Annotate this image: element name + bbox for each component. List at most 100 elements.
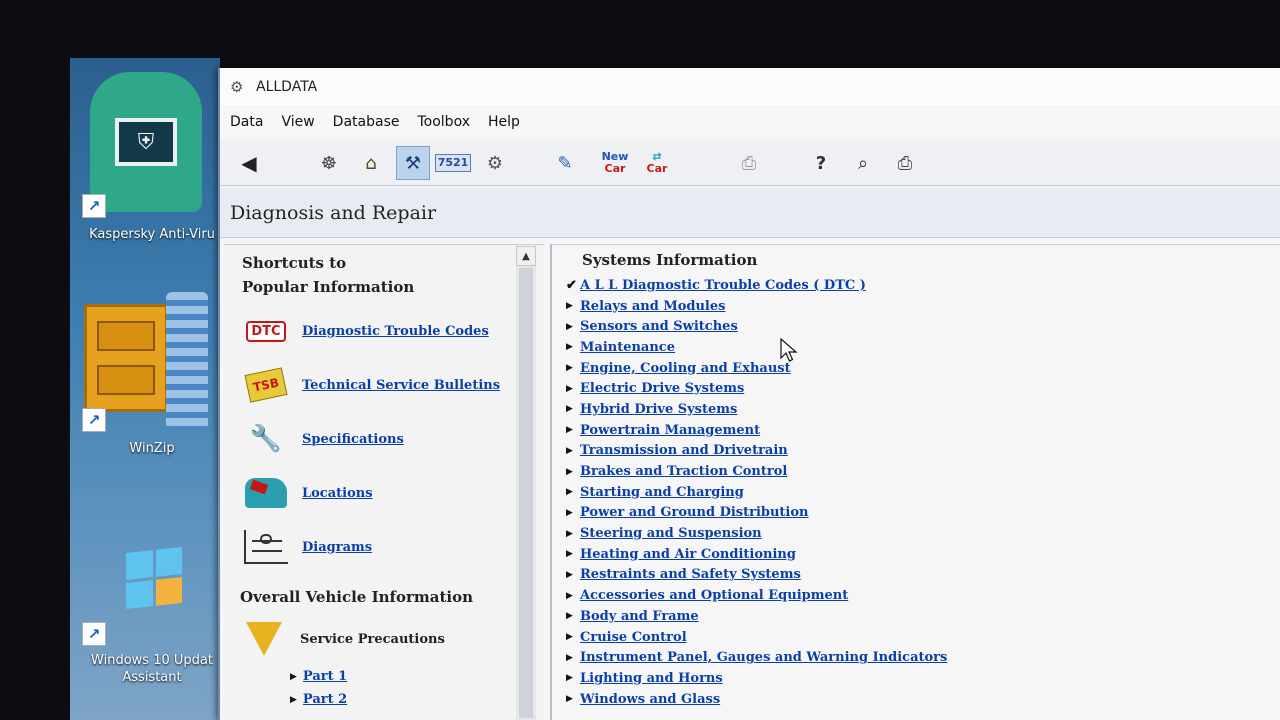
system-item[interactable]: ▶ Engine, Cooling and Exhaust [566, 358, 947, 379]
system-item-label[interactable]: Instrument Panel, Gauges and Warning Ind… [580, 650, 947, 665]
shortcut-label[interactable]: Specifications [302, 432, 404, 447]
system-item[interactable]: ▶ Hybrid Drive Systems [566, 399, 947, 420]
winzip-vise-icon [166, 292, 208, 430]
system-item[interactable]: ✔ A L L Diagnostic Trouble Codes ( DTC ) [566, 275, 947, 296]
system-item[interactable]: ▶ Maintenance [566, 337, 947, 358]
system-item[interactable]: ▶ Steering and Suspension [566, 523, 947, 544]
system-item[interactable]: ▶ Relays and Modules [566, 296, 947, 317]
system-item-label[interactable]: Engine, Cooling and Exhaust [580, 361, 791, 376]
service-precautions-label: Service Precautions [300, 631, 445, 647]
shortcut-arrow-icon: ↗ [82, 622, 106, 646]
shortcut-diagrams[interactable]: Diagrams [242, 525, 522, 569]
service-precautions[interactable]: Service Precautions [240, 617, 520, 661]
tools-icon: ⚒ [404, 152, 422, 174]
system-item-label[interactable]: Sensors and Switches [580, 319, 738, 334]
menu-help[interactable]: Help [488, 114, 520, 130]
menu-database[interactable]: Database [333, 114, 400, 130]
diagram-icon [242, 527, 290, 567]
change-car-button[interactable]: ⇄ Car [640, 146, 674, 180]
shortcut-label[interactable]: Diagrams [302, 540, 372, 555]
new-car-button[interactable]: New Car [598, 146, 632, 180]
menu-toolbox[interactable]: Toolbox [417, 114, 470, 130]
windows-logo-icon [126, 547, 182, 609]
estimator-button[interactable]: 7521 [434, 146, 472, 180]
left-panel-scrollbar[interactable]: ▲ [516, 246, 536, 720]
system-item[interactable]: ▶ Restraints and Safety Systems [566, 565, 947, 586]
fax-button[interactable]: ⎙ [888, 146, 922, 180]
system-item-label[interactable]: Powertrain Management [580, 423, 760, 438]
system-item-label[interactable]: Accessories and Optional Equipment [580, 588, 848, 603]
expand-triangle-icon: ▶ [566, 549, 573, 560]
system-item-label[interactable]: Steering and Suspension [580, 526, 762, 541]
shortcut-label[interactable]: Locations [302, 486, 373, 501]
print-button[interactable]: ⎙ [732, 146, 766, 180]
alldata-window: ⚙ ALLDATA Data View Database Toolbox Hel… [218, 68, 1280, 720]
system-item[interactable]: ▶ Instrument Panel, Gauges and Warning In… [566, 647, 947, 668]
system-item-label[interactable]: Maintenance [580, 340, 675, 355]
part-2-link[interactable]: ▶ Part 2 [290, 692, 347, 707]
system-item[interactable]: ▶ Transmission and Drivetrain [566, 441, 947, 462]
system-item[interactable]: ▶ Body and Frame [566, 606, 947, 627]
system-item-label[interactable]: Windows and Glass [580, 692, 720, 707]
system-item-label[interactable]: Starting and Charging [580, 485, 744, 500]
shortcut-technical-service-bulletins[interactable]: TSB Technical Service Bulletins [242, 363, 522, 407]
scroll-up-arrow-icon[interactable]: ▲ [516, 246, 536, 266]
scrollbar-thumb[interactable] [519, 268, 533, 718]
shortcut-locations[interactable]: Locations [242, 471, 522, 515]
windows-update-shortcut[interactable]: ↗ Windows 10 Updat Assistant [70, 538, 220, 698]
system-item[interactable]: ▶ Sensors and Switches [566, 316, 947, 337]
notes-button[interactable]: ✎ [548, 146, 582, 180]
search-button[interactable]: ⌕ [846, 146, 880, 180]
system-item[interactable]: ▶ Cruise Control [566, 627, 947, 648]
system-item[interactable]: ▶ Accessories and Optional Equipment [566, 585, 947, 606]
expand-triangle-icon: ▶ [566, 590, 573, 601]
expand-triangle-icon: ▶ [566, 507, 573, 518]
system-item-label[interactable]: Restraints and Safety Systems [580, 567, 801, 582]
shortcuts-panel: Shortcuts to Popular Information DTC Dia… [224, 244, 544, 720]
estimator-text-icon: 7521 [434, 154, 472, 172]
expand-triangle-icon: ▶ [566, 528, 573, 539]
settings-clock-button[interactable]: ⚙ [478, 146, 512, 180]
system-item-label[interactable]: Body and Frame [580, 609, 699, 624]
expand-triangle-icon: ▶ [566, 383, 573, 394]
system-item[interactable]: ▶ Power and Ground Distribution [566, 503, 947, 524]
system-item[interactable]: ▶ Heating and Air Conditioning [566, 544, 947, 565]
shortcut-label[interactable]: Diagnostic Trouble Codes [302, 324, 489, 339]
shortcut-label[interactable]: Technical Service Bulletins [302, 378, 500, 393]
system-item[interactable]: ▶ Starting and Charging [566, 482, 947, 503]
menu-data[interactable]: Data [230, 114, 263, 130]
title-bar[interactable]: ⚙ ALLDATA [220, 68, 1280, 106]
system-item-label[interactable]: Relays and Modules [580, 299, 725, 314]
vehicle-select-button[interactable]: ☸ [312, 146, 346, 180]
shortcut-diagnostic-trouble-codes[interactable]: DTC Diagnostic Trouble Codes [242, 309, 522, 353]
menu-view[interactable]: View [281, 114, 314, 130]
system-item-label[interactable]: Hybrid Drive Systems [580, 402, 737, 417]
system-item-label[interactable]: Power and Ground Distribution [580, 505, 809, 520]
system-item-label[interactable]: Heating and Air Conditioning [580, 547, 796, 562]
garage-button[interactable]: ⌂ [354, 146, 388, 180]
system-item-label[interactable]: Lighting and Horns [580, 671, 723, 686]
back-button[interactable]: ◀ [232, 146, 266, 180]
system-item-label[interactable]: A L L Diagnostic Trouble Codes ( DTC ) [580, 278, 866, 293]
shortcut-specifications[interactable]: 🔧 Specifications [242, 417, 522, 461]
system-item-label[interactable]: Transmission and Drivetrain [580, 443, 788, 458]
system-item[interactable]: ▶ Electric Drive Systems [566, 378, 947, 399]
system-item-label[interactable]: Electric Drive Systems [580, 381, 744, 396]
kaspersky-shortcut[interactable]: ⛨ ↗ Kaspersky Anti-Viru [70, 58, 220, 248]
system-item[interactable]: ▶ Brakes and Traction Control [566, 461, 947, 482]
diagnosis-repair-button[interactable]: ⚒ [396, 146, 430, 180]
system-item[interactable]: ▶ Powertrain Management [566, 420, 947, 441]
system-item[interactable]: ▶ Windows and Glass [566, 689, 947, 710]
system-item-label[interactable]: Cruise Control [580, 630, 687, 645]
expand-triangle-icon: ▶ [566, 425, 573, 436]
expand-triangle-icon: ▶ [566, 404, 573, 415]
expand-triangle-icon: ▶ [566, 569, 573, 580]
expand-triangle-icon: ▶ [566, 342, 573, 353]
system-item-label[interactable]: Brakes and Traction Control [580, 464, 787, 479]
expand-triangle-icon: ▶ [566, 673, 573, 684]
help-button[interactable]: ? [804, 146, 838, 180]
winzip-shortcut[interactable]: ↗ WinZip [70, 284, 220, 464]
system-item[interactable]: ▶ Lighting and Horns [566, 668, 947, 689]
warning-triangle-icon [240, 619, 288, 659]
part-1-link[interactable]: ▶ Part 1 [290, 669, 347, 684]
